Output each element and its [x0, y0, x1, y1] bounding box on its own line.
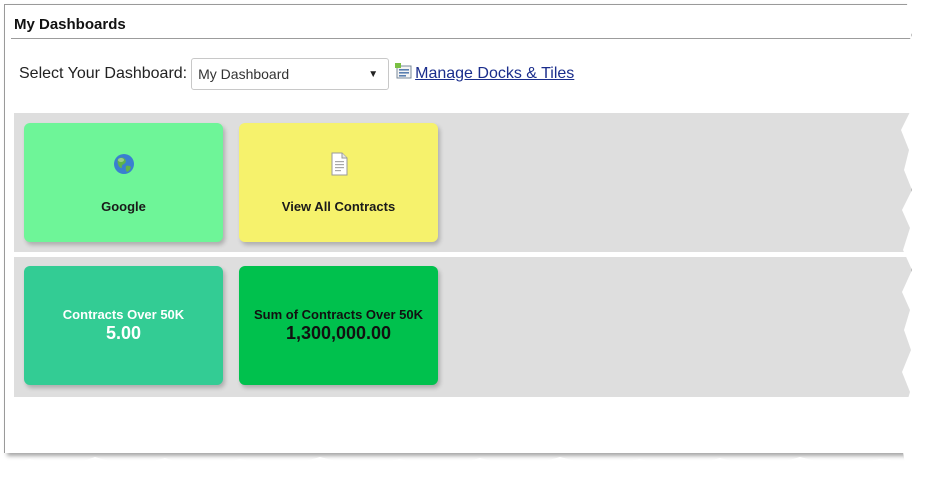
tile-view-all-contracts[interactable]: View All Contracts: [239, 123, 438, 242]
dashboard-select[interactable]: My Dashboard ▼: [191, 58, 390, 90]
dock-metrics: Contracts Over 50K 5.00 Sum of Contracts…: [14, 257, 911, 397]
tile-sum-contracts-over-50k[interactable]: Sum of Contracts Over 50K 1,300,000.00: [239, 266, 438, 385]
dashboard-select-label: Select Your Dashboard:: [19, 65, 188, 82]
metric-value: 5.00: [105, 323, 142, 343]
tile-google[interactable]: Google: [24, 123, 223, 242]
manage-docks-tiles-link[interactable]: Manage Docks & Tiles: [395, 63, 575, 83]
document-icon: [331, 152, 347, 176]
title-divider: [11, 38, 911, 39]
dashboard-select-value: My Dashboard: [198, 66, 290, 82]
torn-edge-right: [901, 0, 932, 481]
tile-label: View All Contracts: [281, 199, 396, 214]
metric-value: 1,300,000.00: [285, 323, 392, 343]
tile-contracts-over-50k[interactable]: Contracts Over 50K 5.00: [24, 266, 223, 385]
dock-links: Google View All Contracts: [14, 113, 911, 252]
manage-link-label: Manage Docks & Tiles: [415, 65, 575, 82]
dashboard-selector-row: Select Your Dashboard: My Dashboard ▼ Ma…: [19, 56, 574, 92]
dashboard-panel: My Dashboards Select Your Dashboard: My …: [4, 4, 911, 453]
manage-tiles-icon: [395, 63, 412, 79]
page-title: My Dashboards: [14, 16, 126, 33]
globe-icon: [113, 154, 134, 174]
metric-label: Sum of Contracts Over 50K: [253, 307, 424, 322]
tile-label: Google: [101, 199, 146, 214]
chevron-down-icon: ▼: [368, 68, 379, 80]
metric-label: Contracts Over 50K: [62, 307, 185, 322]
torn-edge-bottom: [0, 457, 932, 481]
